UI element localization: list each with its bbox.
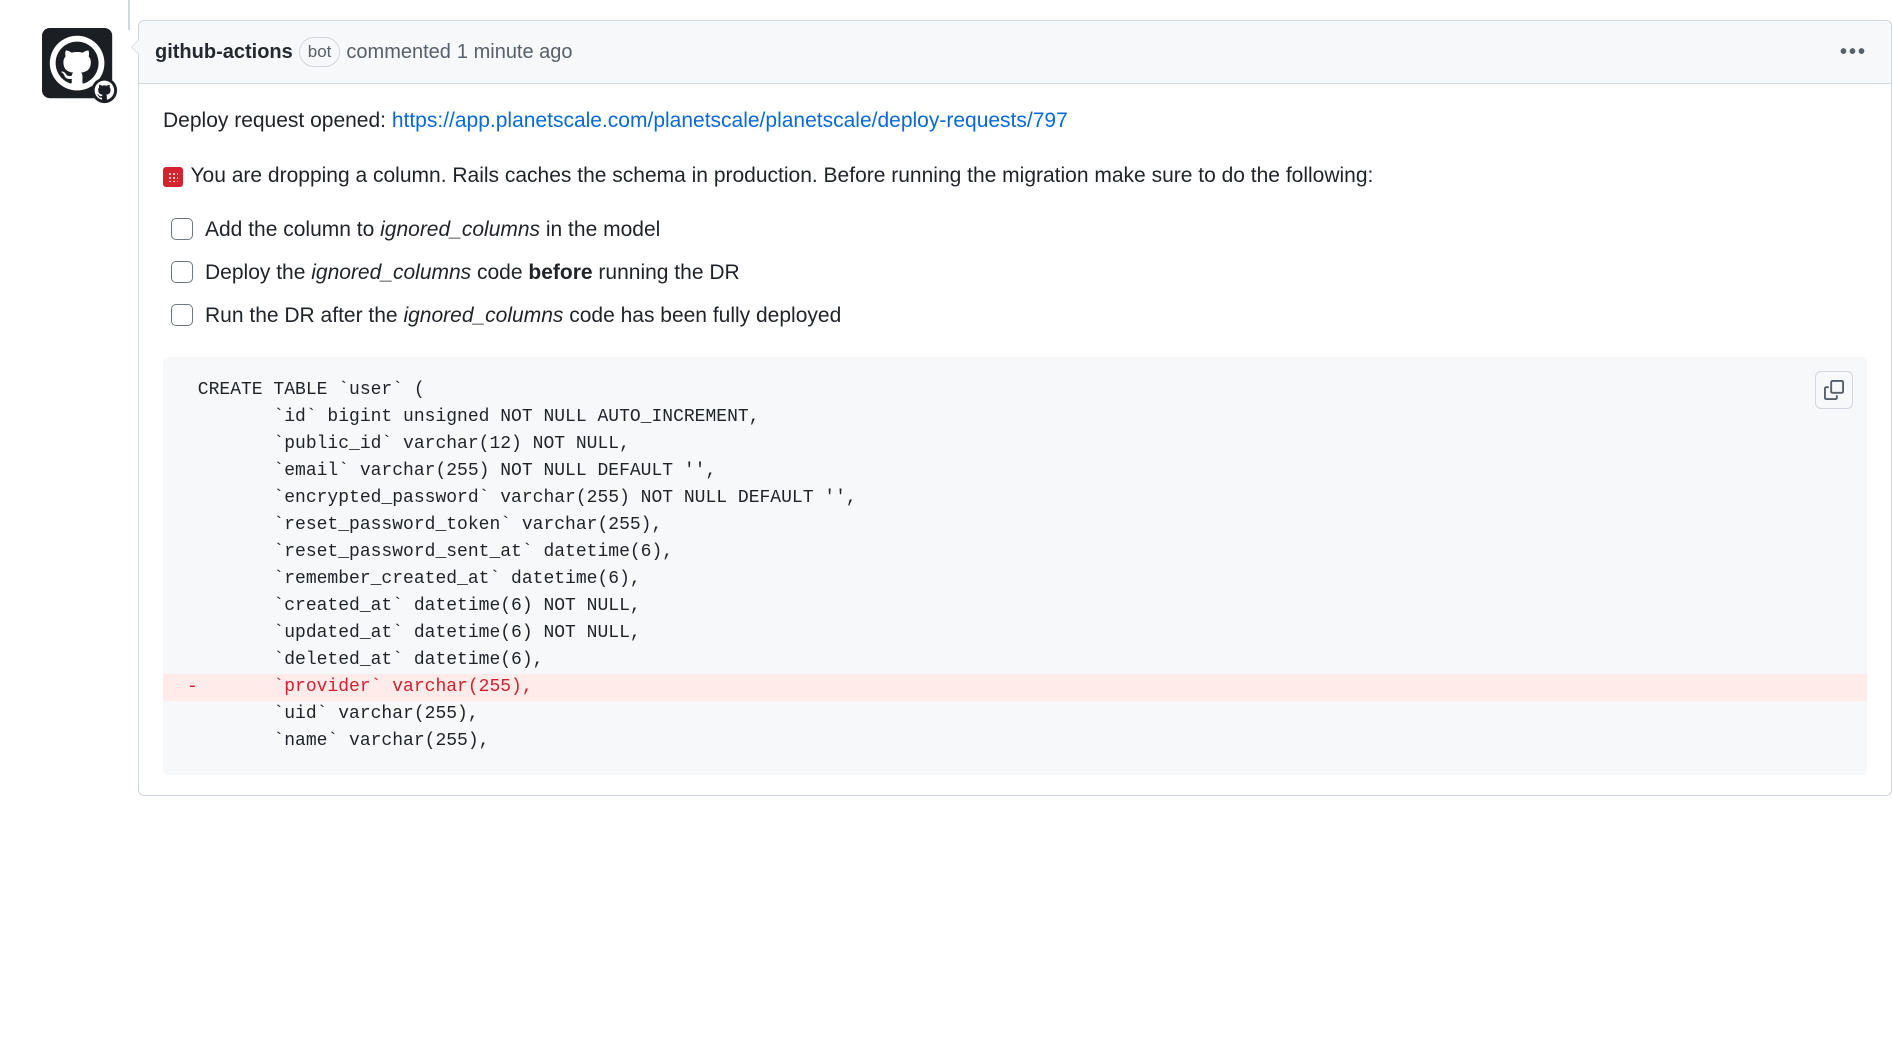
code-line: CREATE TABLE `user` ( [163,377,1867,404]
code-line: `email` varchar(255) NOT NULL DEFAULT ''… [163,458,1867,485]
deploy-request-link[interactable]: https://app.planetscale.com/planetscale/… [392,109,1068,132]
warning-text: You are dropping a column. Rails caches … [185,164,1373,187]
code-line: `reset_password_sent_at` datetime(6), [163,539,1867,566]
code-line: `encrypted_password` varchar(255) NOT NU… [163,485,1867,512]
code-line: `reset_password_token` varchar(255), [163,512,1867,539]
author-name[interactable]: github-actions [155,37,293,67]
comment-arrow [131,39,139,55]
comment-header: github-actions bot commented 1 minute ag… [139,21,1891,84]
comment-body: Deploy request opened: https://app.plane… [139,84,1891,795]
intro-paragraph: Deploy request opened: https://app.plane… [163,104,1867,139]
action-text: commented [346,37,451,67]
code-line: `remember_created_at` datetime(6), [163,566,1867,593]
task-item: Deploy the ignored_columns code before r… [171,256,1867,291]
code-block: CREATE TABLE `user` ( `id` bigint unsign… [163,357,1867,775]
task-item: Run the DR after the ignored_columns cod… [171,299,1867,334]
code-line: `created_at` datetime(6) NOT NULL, [163,593,1867,620]
code-line: `id` bigint unsigned NOT NULL AUTO_INCRE… [163,404,1867,431]
bot-badge: bot [299,37,341,67]
rotating-light-icon [163,167,183,187]
kebab-menu-icon[interactable]: ••• [1832,33,1875,71]
github-logo-icon [42,28,120,106]
code-line: - `provider` varchar(255), [163,674,1867,701]
comment-container: github-actions bot commented 1 minute ag… [138,20,1892,796]
task-checkbox[interactable] [171,218,193,240]
task-text: Add the column to ignored_columns in the… [205,213,1867,248]
copy-icon [1824,380,1844,400]
intro-text: Deploy request opened: [163,109,392,132]
author-avatar[interactable] [42,28,120,106]
warning-paragraph: You are dropping a column. Rails caches … [163,159,1867,194]
code-line: `public_id` varchar(12) NOT NULL, [163,431,1867,458]
task-checkbox[interactable] [171,304,193,326]
task-list: Add the column to ignored_columns in the… [163,213,1867,333]
task-text: Run the DR after the ignored_columns cod… [205,299,1867,334]
task-text: Deploy the ignored_columns code before r… [205,256,1867,291]
code-line: `uid` varchar(255), [163,701,1867,728]
code-line: `name` varchar(255), [163,728,1867,755]
comment-timestamp[interactable]: 1 minute ago [457,37,573,67]
code-line: `deleted_at` datetime(6), [163,647,1867,674]
task-item: Add the column to ignored_columns in the… [171,213,1867,248]
timeline-line [128,0,130,30]
code-line: `updated_at` datetime(6) NOT NULL, [163,620,1867,647]
task-checkbox[interactable] [171,261,193,283]
copy-button[interactable] [1815,371,1853,409]
